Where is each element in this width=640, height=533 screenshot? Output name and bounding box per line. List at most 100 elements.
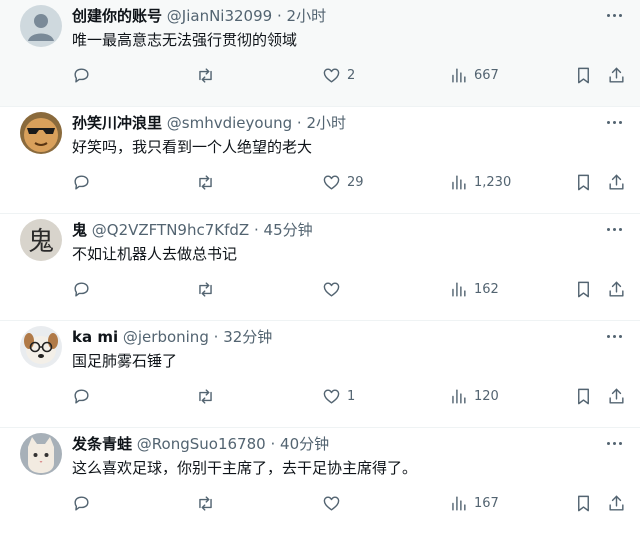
retweet-button[interactable] <box>196 276 221 302</box>
timestamp[interactable]: 45分钟 <box>264 221 313 239</box>
share-icon <box>609 67 624 83</box>
like-button[interactable] <box>322 490 347 516</box>
bookmark-button[interactable] <box>574 490 593 516</box>
views-button[interactable]: 120 <box>449 383 499 409</box>
action-bar: 162 <box>0 276 640 302</box>
tweet-text: 这么喜欢足球，你别干主席了，去干足协主席得了。 <box>72 459 418 477</box>
bookmark-button[interactable] <box>574 62 593 88</box>
retweet-button[interactable] <box>196 490 221 516</box>
tweet-item[interactable]: 孙笑川冲浪里 @smhvdieyoung · 2小时 好笑吗，我只看到一个人绝望… <box>0 107 640 214</box>
like-count: 1 <box>347 388 356 404</box>
timestamp[interactable]: 2小时 <box>306 114 346 132</box>
retweet-button[interactable] <box>196 169 221 195</box>
reply-button[interactable] <box>72 490 97 516</box>
dog-with-glasses-avatar <box>20 326 62 368</box>
share-icon <box>609 495 624 511</box>
svg-text:鬼: 鬼 <box>28 227 54 257</box>
retweet-icon <box>199 67 212 83</box>
views-button[interactable]: 1,230 <box>449 169 511 195</box>
like-button[interactable]: 29 <box>322 169 364 195</box>
timestamp[interactable]: 40分钟 <box>280 435 329 453</box>
tweet-header: 创建你的账号 @JianNi32099 · 2小时 <box>72 4 326 28</box>
avatar[interactable] <box>20 433 62 475</box>
share-button[interactable] <box>607 62 626 88</box>
display-name[interactable]: 孙笑川冲浪里 <box>72 114 162 132</box>
like-count: 29 <box>347 174 364 190</box>
ghost-character-avatar: 鬼 <box>20 219 62 261</box>
tweet-text: 不如让机器人去做总书记 <box>72 245 238 263</box>
reply-button[interactable] <box>72 169 97 195</box>
reply-icon <box>74 67 89 83</box>
avatar[interactable] <box>20 5 62 47</box>
bookmark-icon <box>578 174 589 190</box>
display-name[interactable]: ka mi <box>72 328 118 346</box>
bookmark-button[interactable] <box>574 383 593 409</box>
like-button[interactable] <box>322 276 347 302</box>
tweet-text: 唯一最高意志无法强行贯彻的领域 <box>72 31 298 49</box>
reply-button[interactable] <box>72 383 97 409</box>
avatar[interactable] <box>20 112 62 154</box>
views-button[interactable]: 167 <box>449 490 499 516</box>
tweet-header: 发条青蛙 @RongSuo16780 · 40分钟 <box>72 432 329 456</box>
bookmark-button[interactable] <box>574 169 593 195</box>
like-button[interactable]: 2 <box>322 62 355 88</box>
reply-button[interactable] <box>72 276 97 302</box>
display-name[interactable]: 鬼 <box>72 221 87 239</box>
reply-button[interactable] <box>72 62 97 88</box>
display-name[interactable]: 发条青蛙 <box>72 435 132 453</box>
tweet-item[interactable]: 鬼 鬼 @Q2VZFTN9hc7KfdZ · 45分钟 不如让机器人去做总书记 <box>0 214 640 321</box>
more-options-icon[interactable] <box>604 328 624 344</box>
share-button[interactable] <box>607 383 626 409</box>
tweet-text: 国足肺雾石锤了 <box>72 352 178 370</box>
like-button[interactable]: 1 <box>322 383 355 409</box>
user-handle[interactable]: @Q2VZFTN9hc7KfdZ <box>92 221 249 239</box>
bookmark-icon <box>578 67 589 83</box>
views-button[interactable]: 667 <box>449 62 499 88</box>
share-icon <box>609 174 624 190</box>
display-name[interactable]: 创建你的账号 <box>72 7 162 25</box>
default-profile-icon <box>20 5 62 47</box>
bookmark-button[interactable] <box>574 276 593 302</box>
share-icon <box>609 388 624 404</box>
share-button[interactable] <box>607 276 626 302</box>
more-options-icon[interactable] <box>604 7 624 23</box>
share-button[interactable] <box>607 169 626 195</box>
more-options-icon[interactable] <box>604 114 624 130</box>
tweet-item[interactable]: 发条青蛙 @RongSuo16780 · 40分钟 这么喜欢足球，你别干主席了，… <box>0 428 640 533</box>
tweet-text: 好笑吗，我只看到一个人绝望的老大 <box>72 138 313 156</box>
more-options-icon[interactable] <box>604 221 624 237</box>
user-handle[interactable]: @RongSuo16780 <box>137 435 266 453</box>
view-count: 167 <box>474 495 499 511</box>
bookmark-icon <box>578 388 589 404</box>
retweet-button[interactable] <box>196 62 221 88</box>
share-button[interactable] <box>607 490 626 516</box>
view-count: 162 <box>474 281 499 297</box>
views-button[interactable]: 162 <box>449 276 499 302</box>
tweet-item[interactable]: 创建你的账号 @JianNi32099 · 2小时 唯一最高意志无法强行贯彻的领… <box>0 0 640 107</box>
more-options-icon[interactable] <box>604 435 624 451</box>
user-handle[interactable]: @JianNi32099 <box>167 7 272 25</box>
view-count: 120 <box>474 388 499 404</box>
retweet-button[interactable] <box>196 383 221 409</box>
reply-feed: 创建你的账号 @JianNi32099 · 2小时 唯一最高意志无法强行贯彻的领… <box>0 0 640 533</box>
timestamp[interactable]: 2小时 <box>287 7 327 25</box>
like-count: 2 <box>347 67 356 83</box>
action-bar: 167 <box>0 490 640 516</box>
retweet-icon <box>199 174 212 190</box>
heart-icon <box>323 67 340 83</box>
views-icon <box>452 495 466 511</box>
share-icon <box>609 281 624 297</box>
heart-icon <box>323 388 340 404</box>
separator-dot: · <box>296 114 302 132</box>
timestamp[interactable]: 32分钟 <box>223 328 272 346</box>
user-handle[interactable]: @jerboning <box>123 328 209 346</box>
separator-dot: · <box>213 328 219 346</box>
tweet-item[interactable]: ka mi @jerboning · 32分钟 国足肺雾石锤了 1 120 <box>0 321 640 428</box>
bookmark-icon <box>578 495 589 511</box>
views-icon <box>452 281 466 297</box>
separator-dot: · <box>270 435 276 453</box>
reply-icon <box>74 388 89 404</box>
user-handle[interactable]: @smhvdieyoung <box>167 114 292 132</box>
avatar[interactable] <box>20 326 62 368</box>
avatar[interactable]: 鬼 <box>20 219 62 261</box>
